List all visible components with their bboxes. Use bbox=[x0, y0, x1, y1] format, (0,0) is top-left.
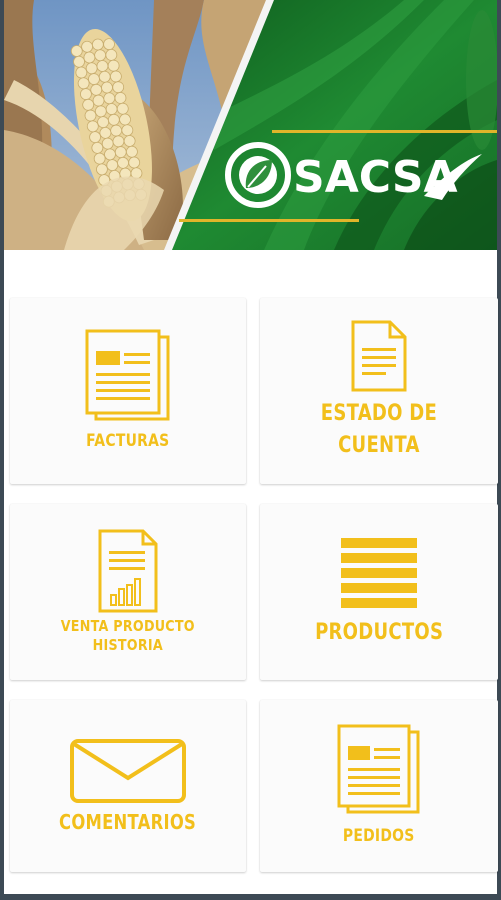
report-chart-icon bbox=[98, 529, 158, 613]
banner-graphic: SACSA bbox=[4, 0, 497, 250]
envelope-icon bbox=[70, 738, 186, 803]
pedidos-label: PEDIDOS bbox=[343, 826, 415, 847]
document-icon bbox=[351, 320, 407, 392]
venta-producto-historia-tile[interactable]: VENTA PRODUCTO HISTORIA bbox=[10, 504, 246, 680]
facturas-label: FACTURAS bbox=[86, 431, 170, 452]
pedidos-tile[interactable]: PEDIDOS bbox=[260, 700, 498, 872]
facturas-tile[interactable]: FACTURAS bbox=[10, 298, 246, 484]
header-banner: SACSA bbox=[4, 0, 497, 250]
comentarios-tile[interactable]: COMENTARIOS bbox=[10, 700, 246, 872]
estado-de-cuenta-label: ESTADO DE CUENTA bbox=[320, 401, 438, 458]
venta-producto-historia-label: VENTA PRODUCTO HISTORIA bbox=[60, 616, 196, 654]
orders-icon bbox=[337, 724, 420, 814]
invoice-icon bbox=[85, 329, 170, 421]
list-icon bbox=[341, 538, 417, 609]
comentarios-label: COMENTARIOS bbox=[59, 809, 197, 834]
window-frame-bottom bbox=[0, 894, 501, 900]
productos-tile[interactable]: PRODUCTOS bbox=[260, 504, 498, 680]
estado-de-cuenta-tile[interactable]: ESTADO DE CUENTA bbox=[260, 298, 498, 484]
productos-label: PRODUCTOS bbox=[314, 620, 444, 646]
